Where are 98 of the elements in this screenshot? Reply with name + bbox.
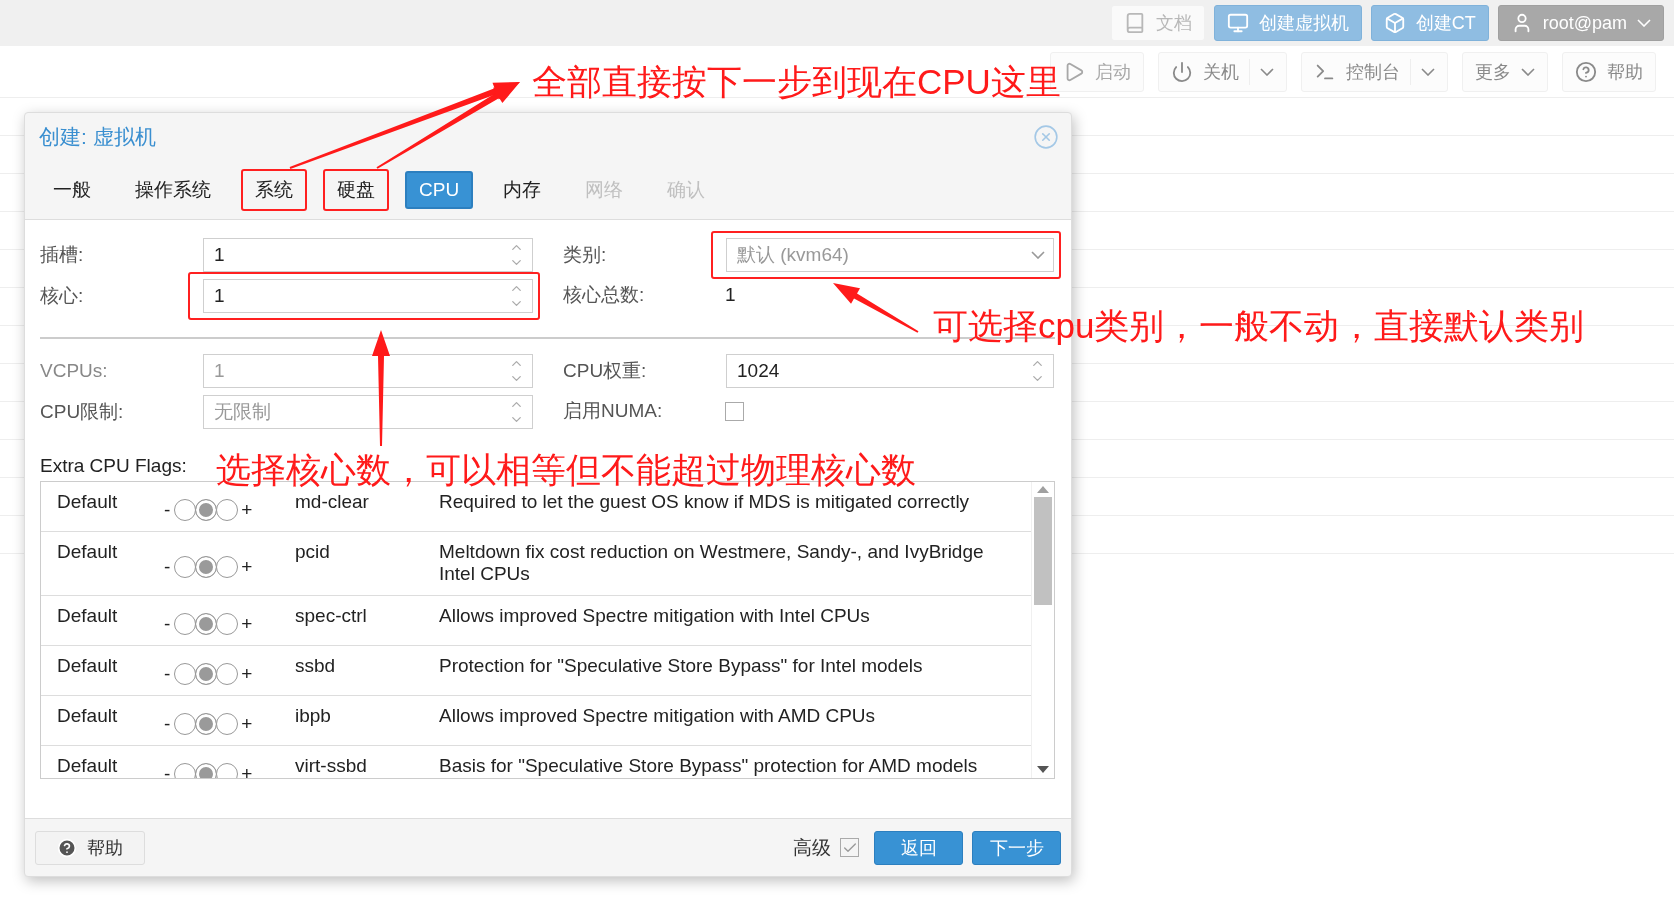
checkbox[interactable] [840,838,859,857]
tab[interactable]: 内存 [489,169,556,211]
radio-option[interactable] [195,713,218,735]
cube-icon [1383,12,1406,34]
toolbar-button[interactable]: 关机 [1158,51,1287,92]
field-label: 插槽: [40,243,85,267]
table-cell-text: Allows improved Spectre mitigation with AMD CPUs [439,705,877,728]
plus-label: + [240,763,254,778]
toolbar-button[interactable]: 帮助 [1562,51,1656,92]
table-cell-text: Required to let the guest OS know if MDS is mitigated correctly [439,491,971,514]
table-cell-text: Meltdown fix cost reduction on Westmere, Sandy-, and IvyBridge Intel CPUs [439,541,985,585]
number-field[interactable]: 1 [203,238,533,272]
field-label: VCPUs: [40,360,109,382]
minus-label: - [163,763,172,778]
table-cell-text: ssbd [295,655,337,678]
radio-option[interactable] [216,613,239,635]
radio-option[interactable] [195,613,218,635]
table-cell-text: Default [57,605,119,628]
radio-option[interactable] [174,499,197,521]
header-button[interactable]: 文档 [1110,5,1205,41]
minus-label: - [163,713,172,735]
radio-option[interactable] [216,499,239,521]
radio-option[interactable] [174,713,197,735]
radio-option[interactable] [195,556,218,578]
help-icon [1575,60,1597,83]
field-label: 启用NUMA: [563,399,664,423]
header-button[interactable]: root@pam [1497,5,1664,41]
plus-label: + [240,713,254,735]
chevron-down-icon [1260,67,1274,76]
chevron-down-icon [1521,67,1535,76]
radio-option[interactable] [174,556,197,578]
toolbar-button[interactable]: 更多 [1462,51,1548,92]
annotation-text: 选择核心数，可以相等但不能超过物理核心数 [216,450,916,490]
chevron-down-icon [1421,67,1435,76]
field-value: 1 [725,284,736,305]
toolbar-button[interactable]: 控制台 [1301,51,1448,92]
table-cell-text: Default [57,491,119,514]
radio-option[interactable] [195,663,218,685]
plus-label: + [240,556,254,578]
table-cell-text: Allows improved Spectre mitigation with Intel CPUs [439,605,871,628]
radio-option[interactable] [216,556,239,578]
field-label: 核心: [40,284,85,308]
table-cell-text: md-clear [295,491,370,514]
plus-label: + [240,663,254,685]
scrollbar[interactable] [1031,482,1054,778]
back-button[interactable]: 返回 [874,830,963,865]
radio-option[interactable] [216,663,239,685]
number-field[interactable]: 无限制 [203,395,533,429]
field-label: 类别: [563,243,608,267]
table-cell-text: spec-ctrl [295,605,368,628]
field-label: 核心总数: [563,283,646,307]
minus-label: - [163,499,172,521]
table-cell-text: ibpb [295,705,332,728]
radio-option[interactable] [174,613,197,635]
number-field[interactable]: 1 [203,279,533,313]
tab[interactable]: 一般 [39,169,105,211]
radio-option[interactable] [174,663,197,685]
checkbox[interactable] [725,401,744,421]
help-button[interactable]: 帮助 [35,830,145,865]
dialog-title: 创建: 虚拟机 [39,124,156,150]
checkbox-label: 高级 [793,835,831,860]
help-icon [57,837,77,858]
radio-option[interactable] [216,763,239,778]
monitor-icon [1226,12,1249,34]
header-button[interactable]: 创建CT [1370,5,1489,41]
minus-label: - [163,613,172,635]
header-button[interactable]: 创建虚拟机 [1213,5,1362,41]
table-cell-text: Default [57,541,119,564]
radio-option[interactable] [195,499,218,521]
radio-option[interactable] [216,713,239,735]
close-button[interactable] [1033,124,1059,150]
minus-label: - [163,556,172,578]
tab[interactable]: 系统 [241,169,307,211]
table-cell-text: Protection for "Speculative Store Bypass" for Intel models [439,655,924,678]
number-field[interactable]: 1024 [726,354,1054,388]
table-cell-text: pcid [295,541,331,564]
plus-label: + [240,613,254,635]
table-cell-text: virt-ssbd [295,755,368,778]
table-cell-text: Default [57,705,119,728]
table-cell-text: Default [57,655,119,678]
chevron-down-icon [1031,251,1045,259]
radio-option[interactable] [195,763,218,778]
chevron-down-icon [1637,19,1651,27]
field-label: CPU权重: [563,359,648,383]
table-cell-text: Default [57,755,119,778]
minus-label: - [163,663,172,685]
annotation-text: 可选择cpu类别，一般不动，直接默认类别 [933,306,1585,346]
plus-label: + [240,499,254,521]
table-cell-text: Basis for "Speculative Store Bypass" protection for AMD models [439,755,979,778]
tab[interactable]: CPU [405,171,474,209]
next-button[interactable]: 下一步 [972,830,1061,865]
tab[interactable]: 操作系统 [121,169,225,211]
field-label: CPU限制: [40,400,125,424]
radio-option[interactable] [174,763,197,778]
power-icon [1171,60,1193,83]
tab[interactable]: 硬盘 [323,169,389,211]
select-field[interactable]: 默认 (kvm64) [726,238,1054,272]
section-label: Extra CPU Flags: [40,455,187,477]
